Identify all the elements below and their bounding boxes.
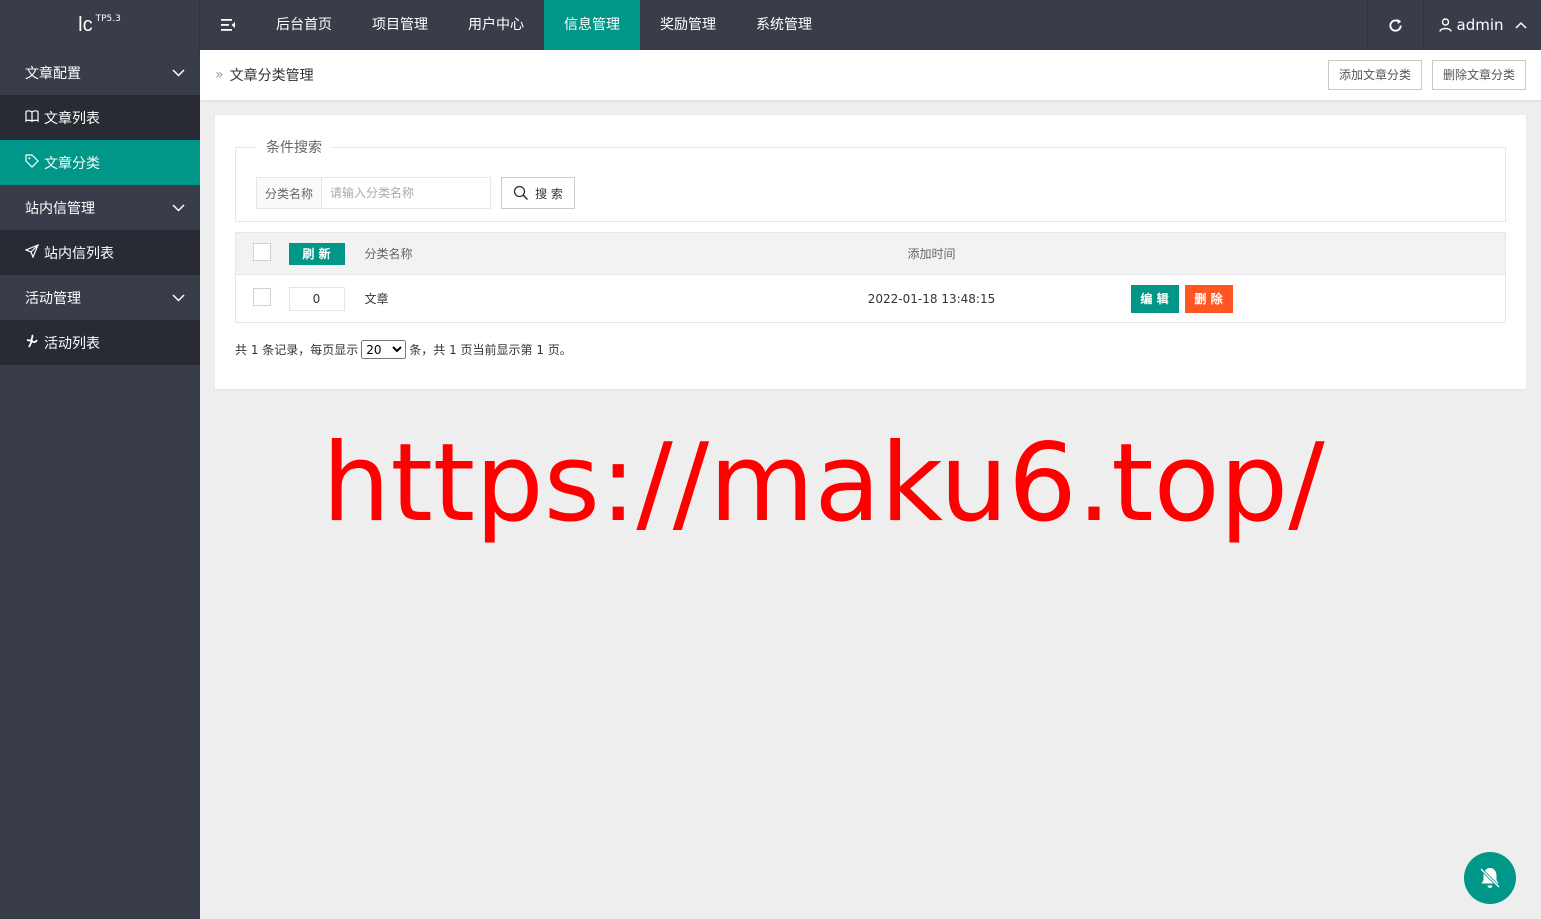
refresh-button[interactable]: 刷 新 — [288, 242, 345, 265]
logo-version: TP5.3 — [95, 14, 121, 24]
table-header-row: 刷 新 分类名称 添加时间 — [235, 232, 1506, 275]
chevron-down-icon — [172, 66, 185, 80]
user-menu[interactable]: admin — [1423, 0, 1541, 50]
nav-item-system[interactable]: 系统管理 — [736, 0, 832, 50]
delete-button[interactable]: 删 除 — [1184, 284, 1233, 313]
sidebar-item-message-list[interactable]: 站内信列表 — [0, 230, 200, 275]
notification-float-button[interactable] — [1464, 852, 1516, 904]
delete-category-button[interactable]: 删除文章分类 — [1431, 60, 1526, 90]
top-nav: 后台首页 项目管理 用户中心 信息管理 奖励管理 系统管理 — [256, 0, 832, 50]
nav-item-projects[interactable]: 项目管理 — [352, 0, 448, 50]
refresh-icon — [1389, 18, 1402, 32]
sidebar-item-article-category[interactable]: 文章分类 — [0, 140, 200, 185]
sidebar-group-article-config[interactable]: 文章配置 — [0, 50, 200, 95]
column-header-actions — [1086, 232, 1506, 275]
sidebar-group-label: 文章配置 — [25, 65, 81, 82]
added-time-cell: 2022-01-18 13:48:15 — [776, 274, 1087, 323]
nav-item-users[interactable]: 用户中心 — [448, 0, 544, 50]
category-name-field: 分类名称 — [256, 177, 491, 209]
menu-toggle-button[interactable] — [200, 0, 256, 50]
search-button[interactable]: 搜 索 — [501, 177, 575, 209]
chevron-up-icon — [1514, 18, 1527, 32]
refresh-page-button[interactable] — [1367, 0, 1423, 50]
content-card: 条件搜索 分类名称 搜 索 刷 新 分类名称 添加时间 — [215, 115, 1526, 389]
sidebar: 文章配置 文章列表 文章分类 站内信管理 站内信列表 活动管理 活动列表 — [0, 50, 200, 919]
row-checkbox[interactable] — [253, 288, 272, 306]
tag-icon — [25, 153, 39, 172]
sidebar-item-activity-list[interactable]: 活动列表 — [0, 320, 200, 365]
edit-button[interactable]: 编 辑 — [1130, 284, 1179, 313]
bell-off-icon — [1479, 867, 1501, 889]
page-title: 文章分类管理 — [229, 68, 314, 84]
select-all-checkbox[interactable] — [253, 243, 272, 261]
search-icon — [513, 185, 529, 201]
column-header-time: 添加时间 — [776, 232, 1087, 275]
column-header-name: 分类名称 — [364, 232, 777, 275]
book-icon — [25, 109, 39, 126]
sidebar-group-label: 活动管理 — [25, 290, 81, 307]
category-name-input[interactable] — [322, 178, 490, 208]
sidebar-item-article-list[interactable]: 文章列表 — [0, 95, 200, 140]
search-button-label: 搜 索 — [535, 186, 563, 201]
watermark-text: https://maku6.top/ — [322, 421, 1325, 546]
sidebar-item-label: 文章分类 — [44, 155, 100, 172]
chevron-down-icon — [172, 201, 185, 215]
chevron-down-icon — [172, 291, 185, 305]
logo-text: lc — [78, 13, 93, 36]
sort-order-input[interactable] — [288, 286, 345, 311]
sidebar-group-activity[interactable]: 活动管理 — [0, 275, 200, 320]
pagination-suffix: 条，共 1 页当前显示第 1 页。 — [409, 343, 572, 357]
category-name-cell: 文章 — [364, 274, 777, 323]
nav-item-info[interactable]: 信息管理 — [544, 0, 640, 50]
pagination: 共 1 条记录，每页显示 102050100 条，共 1 页当前显示第 1 页。 — [235, 340, 572, 359]
pagination-prefix: 共 1 条记录，每页显示 — [235, 343, 359, 357]
sidebar-group-label: 站内信管理 — [25, 200, 95, 217]
sidebar-item-label: 文章列表 — [44, 110, 100, 127]
sidebar-item-label: 站内信列表 — [44, 245, 114, 262]
category-name-label: 分类名称 — [257, 178, 322, 208]
table-row: 文章 2022-01-18 13:48:15 编 辑删 除 — [235, 274, 1506, 323]
menu-fold-icon — [221, 19, 235, 31]
category-table: 刷 新 分类名称 添加时间 文章 2022-01-18 13:48:15 编 辑… — [235, 232, 1506, 323]
search-legend: 条件搜索 — [266, 140, 322, 156]
username: admin — [1456, 16, 1504, 34]
nav-item-home[interactable]: 后台首页 — [256, 0, 352, 50]
send-icon — [24, 243, 40, 262]
user-icon — [1438, 18, 1452, 32]
page-size-select[interactable]: 102050100 — [361, 340, 407, 359]
sidebar-group-message[interactable]: 站内信管理 — [0, 185, 200, 230]
top-header: lc TP5.3 后台首页 项目管理 用户中心 信息管理 奖励管理 系统管理 a… — [0, 0, 1541, 50]
nav-item-rewards[interactable]: 奖励管理 — [640, 0, 736, 50]
add-category-button[interactable]: 添加文章分类 — [1327, 60, 1422, 90]
double-chevron-right-icon: » — [215, 67, 224, 83]
activity-icon — [25, 333, 39, 352]
logo[interactable]: lc TP5.3 — [0, 0, 200, 50]
sidebar-item-label: 活动列表 — [44, 335, 100, 352]
breadcrumb: » 文章分类管理 添加文章分类 删除文章分类 — [200, 50, 1541, 100]
search-panel: 条件搜索 分类名称 搜 索 — [235, 137, 1506, 222]
